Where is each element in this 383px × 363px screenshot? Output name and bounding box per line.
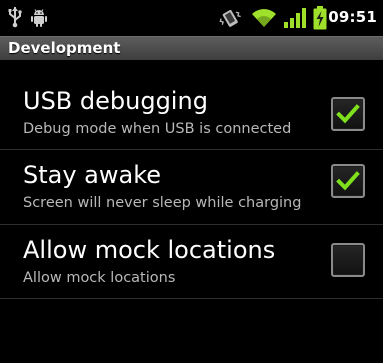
- pref-summary: Debug mode when USB is connected: [23, 121, 292, 137]
- clock: 09:51: [328, 8, 377, 26]
- status-bar: 09:51: [0, 0, 383, 36]
- screen: 09:51 Development USB debugging Debug mo…: [0, 0, 383, 363]
- page-title: Development: [8, 39, 121, 57]
- usb-icon: [8, 6, 22, 32]
- pref-summary: Allow mock locations: [23, 270, 176, 286]
- pref-title: Stay awake: [23, 161, 162, 189]
- pref-row-allow-mock-locations[interactable]: Allow mock locations Allow mock location…: [0, 226, 383, 299]
- check-icon: [336, 104, 360, 124]
- check-icon: [336, 171, 360, 191]
- stay-awake-checkbox[interactable]: [331, 164, 365, 198]
- pref-title: Allow mock locations: [23, 236, 276, 264]
- divider: [0, 149, 383, 150]
- battery-charging-icon: [313, 6, 327, 34]
- allow-mock-locations-checkbox[interactable]: [331, 243, 365, 277]
- pref-row-stay-awake[interactable]: Stay awake Screen will never sleep while…: [0, 151, 383, 224]
- pref-summary: Screen will never sleep while charging: [23, 195, 302, 211]
- signal-icon: [283, 8, 307, 32]
- usb-debugging-checkbox[interactable]: [331, 97, 365, 131]
- android-debug-icon: [31, 8, 47, 32]
- divider: [0, 224, 383, 225]
- wifi-icon: [251, 8, 277, 32]
- divider: [0, 298, 383, 299]
- pref-title: USB debugging: [23, 87, 208, 115]
- vibrate-icon: [218, 8, 242, 32]
- title-bar: Development: [0, 36, 383, 60]
- pref-row-usb-debugging[interactable]: USB debugging Debug mode when USB is con…: [0, 77, 383, 150]
